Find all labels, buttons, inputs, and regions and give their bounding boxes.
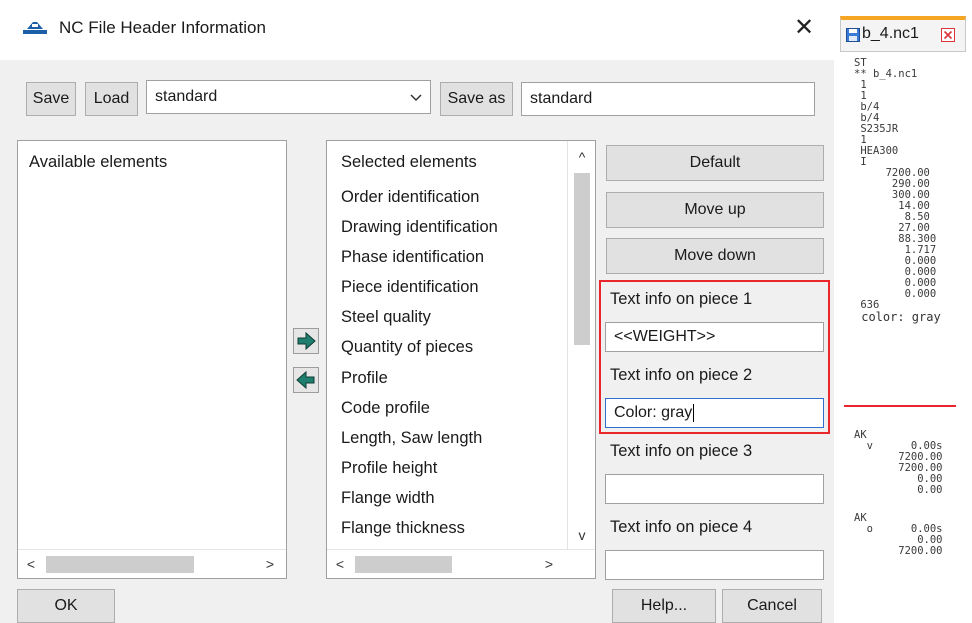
scrollbar-thumb[interactable] <box>574 173 590 345</box>
chevron-down-icon <box>410 94 422 102</box>
cancel-button[interactable]: Cancel <box>722 589 822 623</box>
move-up-button[interactable]: Move up <box>606 192 824 228</box>
list-item[interactable]: Steel quality <box>341 308 431 327</box>
text-info-3-label: Text info on piece 3 <box>610 442 753 460</box>
save-as-button[interactable]: Save as <box>440 82 513 116</box>
title-bar: NC File Header Information ✕ <box>0 0 834 60</box>
list-item[interactable]: Length, Saw length <box>341 429 482 448</box>
app-logo-icon <box>23 22 47 34</box>
text-info-2-label: Text info on piece 2 <box>610 366 753 384</box>
text-info-2-value: Color: gray <box>614 404 693 421</box>
dialog-title: NC File Header Information <box>59 18 266 37</box>
remove-element-button[interactable] <box>293 367 319 393</box>
selected-elements-list[interactable]: Selected elements Order identification D… <box>326 140 596 579</box>
nc-file-editor: b_4.nc1 ST ** b_4.nc1 1 1 b/4 b/4 S235JR… <box>834 0 972 623</box>
scroll-down-icon[interactable]: v <box>574 525 590 545</box>
text-info-4-input[interactable] <box>605 550 824 580</box>
scroll-right-icon[interactable]: > <box>541 554 557 574</box>
nc-color-line: color: gray <box>854 310 941 324</box>
tab-b-4-nc1[interactable]: b_4.nc1 <box>840 16 966 52</box>
add-element-button[interactable] <box>293 328 319 354</box>
text-cursor <box>693 404 695 422</box>
list-item[interactable]: Order identification <box>341 188 480 207</box>
scroll-left-icon[interactable]: < <box>332 554 348 574</box>
list-item[interactable]: Profile <box>341 369 388 388</box>
selected-vertical-scrollbar[interactable]: ^ v <box>567 141 595 549</box>
list-item[interactable]: Phase identification <box>341 248 484 267</box>
text-info-2-input[interactable]: Color: gray <box>605 398 824 428</box>
scrollbar-thumb[interactable] <box>46 556 194 573</box>
ok-button[interactable]: OK <box>17 589 115 623</box>
preset-select[interactable]: standard <box>146 80 431 114</box>
tab-close-icon[interactable] <box>941 28 955 42</box>
move-down-button[interactable]: Move down <box>606 238 824 274</box>
list-item[interactable]: Drawing identification <box>341 218 498 237</box>
text-info-4-label: Text info on piece 4 <box>610 518 753 536</box>
list-item[interactable]: Flange thickness <box>341 519 465 538</box>
available-horizontal-scrollbar[interactable]: < > <box>18 549 286 578</box>
text-info-1-label: Text info on piece 1 <box>610 290 753 308</box>
help-button[interactable]: Help... <box>612 589 716 623</box>
nc-header-dialog: NC File Header Information ✕ Save Load s… <box>0 0 834 623</box>
scrollbar-thumb[interactable] <box>355 556 452 573</box>
scroll-left-icon[interactable]: < <box>23 554 39 574</box>
save-button[interactable]: Save <box>26 82 76 116</box>
text-info-3-input[interactable] <box>605 474 824 504</box>
preset-select-value: standard <box>155 88 218 105</box>
list-item[interactable]: Piece identification <box>341 278 479 297</box>
available-elements-list[interactable]: Available elements < > <box>17 140 287 579</box>
selected-elements-title: Selected elements <box>341 153 477 171</box>
nc-text-block-header: ST ** b_4.nc1 1 1 b/4 b/4 S235JR 1 HEA30… <box>854 57 937 311</box>
scroll-right-icon[interactable]: > <box>262 554 278 574</box>
tab-label: b_4.nc1 <box>862 25 919 42</box>
list-item[interactable]: Flange width <box>341 489 435 508</box>
nc-text-block-ak-2: AK o 0.00s 0.00 7200.00 <box>854 512 943 557</box>
red-underline <box>844 405 956 407</box>
close-icon[interactable]: ✕ <box>788 12 820 44</box>
load-button[interactable]: Load <box>85 82 138 116</box>
text-info-1-input[interactable]: <<WEIGHT>> <box>605 322 824 352</box>
arrow-left-icon <box>296 370 315 390</box>
list-item[interactable]: Code profile <box>341 399 430 418</box>
nc-text-block-ak-1: AK v 0.00s 7200.00 7200.00 0.00 0.00 <box>854 429 943 496</box>
available-elements-title: Available elements <box>29 153 168 171</box>
scroll-up-icon[interactable]: ^ <box>574 147 590 167</box>
list-item[interactable]: Profile height <box>341 459 437 478</box>
save-disk-icon <box>846 28 860 42</box>
save-as-name-input[interactable]: standard <box>521 82 815 116</box>
default-button[interactable]: Default <box>606 145 824 181</box>
list-item[interactable]: Quantity of pieces <box>341 338 473 357</box>
arrow-right-icon <box>297 331 316 351</box>
selected-horizontal-scrollbar[interactable]: < > <box>327 549 595 578</box>
